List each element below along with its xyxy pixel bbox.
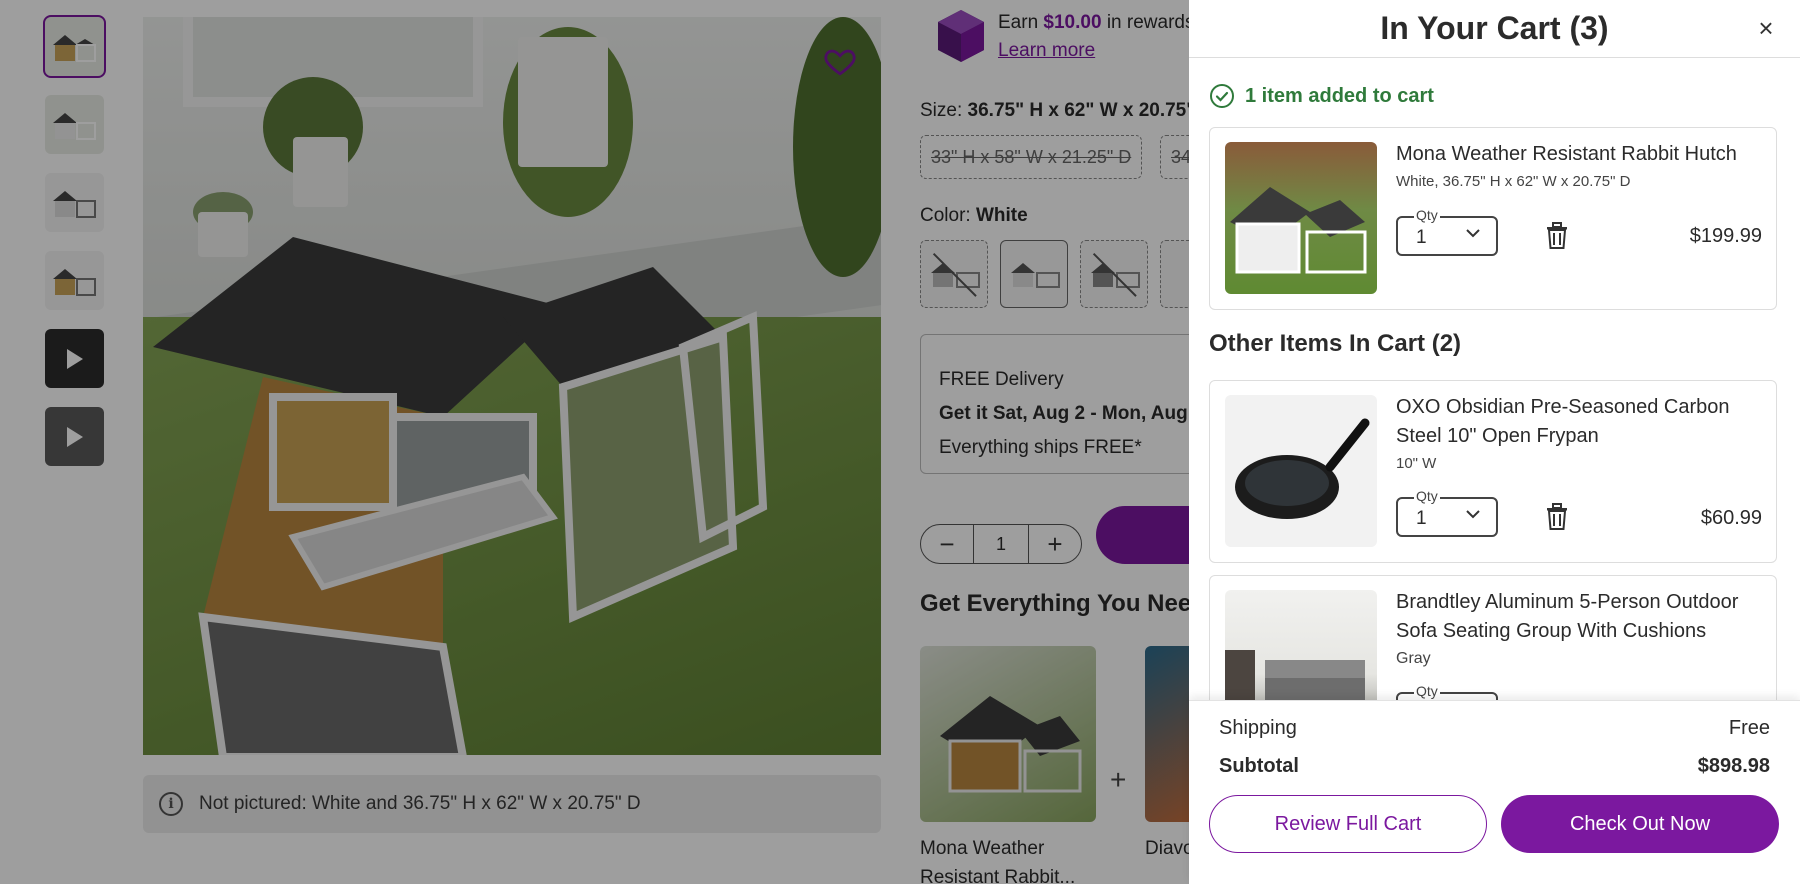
check-out-now-button[interactable]: Check Out Now [1501,795,1779,853]
other-items-title: Other Items In Cart (2) [1209,330,1462,357]
chevron-down-icon [1466,510,1480,519]
cart-drawer: In Your Cart (3) × 1 item added to cart … [1189,0,1800,884]
cart-item-name[interactable]: Mona Weather Resistant Rabbit Hutch [1396,140,1766,169]
cart-summary: Shipping Free Subtotal $898.98 Review Fu… [1189,700,1800,884]
qty-label: Qty [1414,683,1440,699]
qty-value: 1 [1416,508,1427,529]
trash-icon[interactable] [1544,503,1570,531]
shipping-label: Shipping [1219,717,1297,739]
review-full-cart-button[interactable]: Review Full Cart [1209,795,1487,853]
cart-item-name[interactable]: OXO Obsidian Pre-Seasoned Carbon Steel 1… [1396,393,1766,451]
check-circle-icon [1210,84,1234,108]
cart-title: In Your Cart (3) [1380,10,1609,46]
cart-header: In Your Cart (3) × [1189,0,1800,58]
added-message-text: 1 item added to cart [1245,84,1434,107]
cart-item-frypan: OXO Obsidian Pre-Seasoned Carbon Steel 1… [1209,380,1777,563]
qty-value: 1 [1416,227,1427,248]
close-icon[interactable]: × [1752,14,1780,42]
chevron-down-icon [1466,229,1480,238]
subtotal-value: $898.98 [1697,755,1770,777]
trash-icon[interactable] [1544,222,1570,250]
shipping-value: Free [1728,717,1770,739]
qty-label: Qty [1414,207,1440,223]
cart-item-image[interactable] [1225,395,1377,547]
cart-item-option: White, 36.75" H x 62" W x 20.75" D [1396,173,1631,190]
cart-item-added: Mona Weather Resistant Rabbit Hutch Whit… [1209,127,1777,310]
cart-item-option: 10" W [1396,455,1437,472]
qty-label: Qty [1414,488,1440,504]
shipping-row: Shipping Free [1219,717,1770,740]
cart-item-price: $199.99 [1689,225,1762,247]
quantity-select[interactable]: Qty 1 [1396,207,1498,256]
cart-item-price: $60.99 [1700,507,1762,529]
cart-item-option: Gray [1396,650,1431,667]
subtotal-label: Subtotal [1219,755,1299,777]
cart-item-image[interactable] [1225,142,1377,294]
quantity-select[interactable]: Qty 1 [1396,488,1498,537]
cart-item-name[interactable]: Brandtley Aluminum 5-Person Outdoor Sofa… [1396,588,1766,646]
added-to-cart-message: 1 item added to cart [1209,83,1434,109]
subtotal-row: Subtotal $898.98 [1219,755,1770,778]
